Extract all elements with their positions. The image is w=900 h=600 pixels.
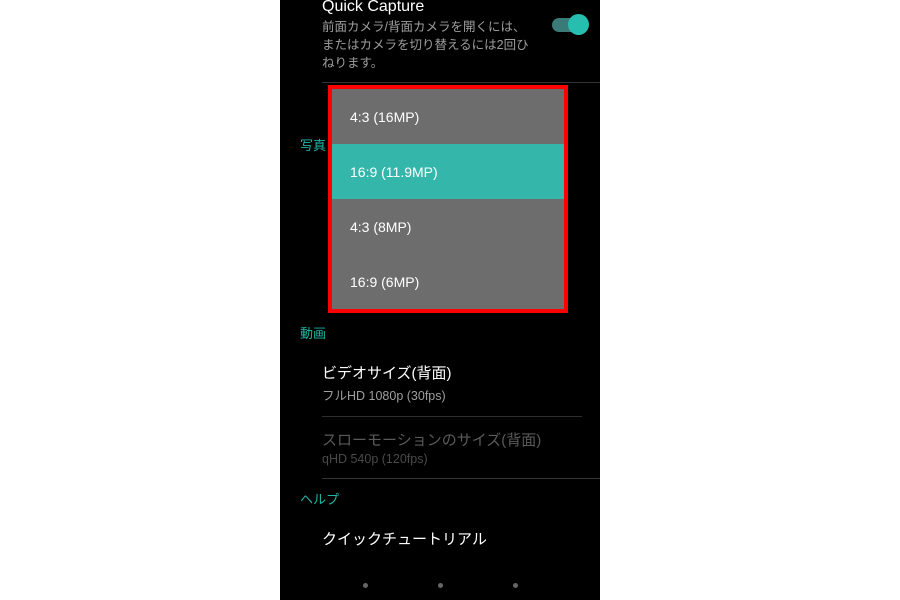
slow-motion-subtitle: qHD 540p (120fps) (322, 452, 582, 466)
quick-capture-row[interactable]: Quick Capture 前面カメラ/背面カメラを開くには、またはカメラを切り… (280, 0, 600, 82)
video-size-row[interactable]: ビデオサイズ(背面) フルHD 1080p (30fps) (280, 350, 600, 416)
quick-capture-toggle[interactable] (552, 18, 586, 32)
settings-screen: Quick Capture 前面カメラ/背面カメラを開くには、またはカメラを切り… (280, 0, 600, 600)
section-header-video: 動画 (280, 313, 600, 350)
nav-dot[interactable] (438, 583, 443, 588)
section-header-photo: 写真 (300, 135, 326, 154)
slow-motion-row: スローモーションのサイズ(背面) qHD 540p (120fps) (280, 417, 600, 478)
photo-size-popup: 4:3 (16MP) 16:9 (11.9MP) 4:3 (8MP) 16:9 … (328, 85, 568, 313)
video-size-subtitle: フルHD 1080p (30fps) (322, 385, 582, 404)
nav-bar (280, 574, 600, 596)
photo-size-option-0[interactable]: 4:3 (16MP) (332, 89, 564, 144)
nav-dot[interactable] (363, 583, 368, 588)
video-size-title: ビデオサイズ(背面) (322, 362, 582, 383)
quick-tutorial-title: クイックチュートリアル (322, 528, 582, 549)
quick-capture-title: Quick Capture (322, 0, 535, 16)
nav-dot[interactable] (513, 583, 518, 588)
photo-size-option-2[interactable]: 4:3 (8MP) (332, 199, 564, 254)
slow-motion-title: スローモーションのサイズ(背面) (322, 429, 582, 450)
photo-size-option-3[interactable]: 16:9 (6MP) (332, 254, 564, 309)
quick-tutorial-row[interactable]: クイックチュートリアル (280, 516, 600, 561)
quick-capture-subtitle: 前面カメラ/背面カメラを開くには、またはカメラを切り替えるには2回ひねります。 (322, 18, 535, 72)
photo-size-option-1[interactable]: 16:9 (11.9MP) (332, 144, 564, 199)
section-header-help: ヘルプ (280, 479, 600, 516)
